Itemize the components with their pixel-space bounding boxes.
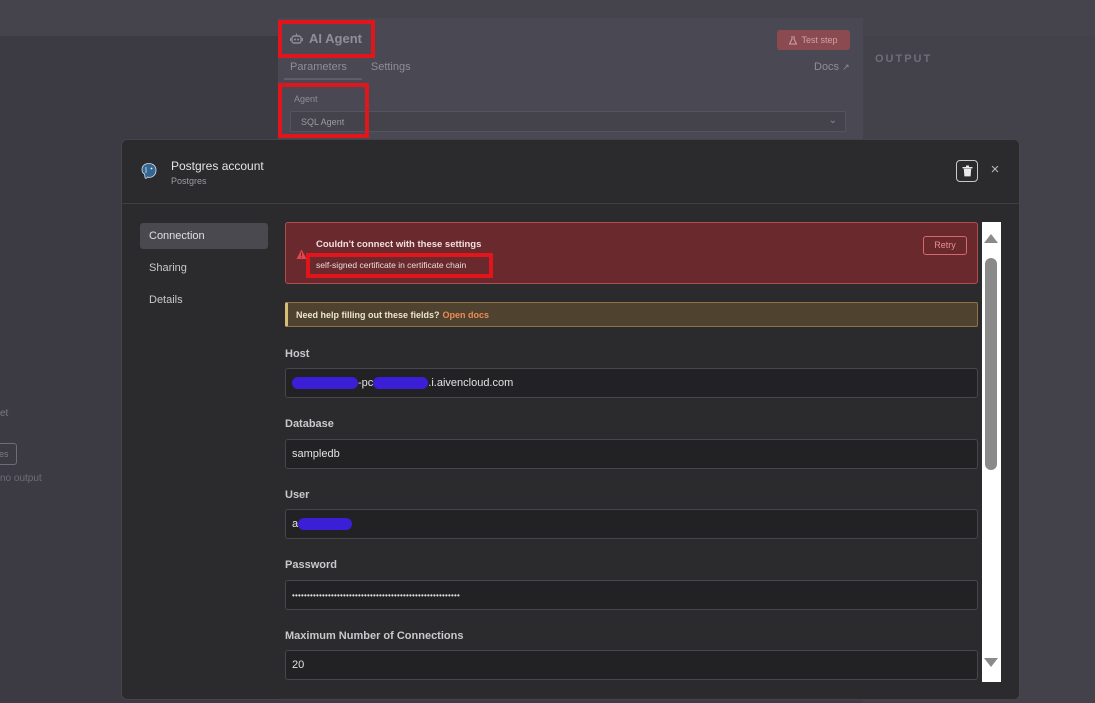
sidebar-item-sharing[interactable]: Sharing (140, 255, 268, 281)
scroll-down-arrow-icon[interactable] (984, 658, 998, 667)
host-value-part: -pc (358, 377, 374, 389)
help-notice: Need help filling out these fields? Open … (285, 302, 978, 327)
canvas-button-fragment[interactable]: es (0, 443, 17, 465)
redaction-mark (373, 377, 429, 390)
database-input[interactable]: sampledb (285, 439, 978, 469)
host-input[interactable]: -pc .i.aivencloud.com (285, 368, 978, 398)
password-label: Password (285, 559, 337, 571)
test-step-button[interactable]: Test step (777, 30, 850, 50)
modal-subtitle: Postgres (171, 176, 207, 186)
host-value-end: .i.aivencloud.com (428, 377, 514, 389)
annotation-box-agent (278, 83, 369, 138)
sidebar-item-details[interactable]: Details (140, 287, 268, 313)
canvas-no-output-text: no output (0, 473, 42, 484)
postgres-elephant-icon (141, 163, 157, 179)
external-link-icon: ↗ (842, 62, 850, 72)
sidebar-item-connection[interactable]: Connection (140, 223, 268, 249)
redaction-mark (292, 377, 358, 390)
scrollbar-thumb[interactable] (985, 258, 997, 470)
node-tabs: Parameters Settings (290, 61, 411, 73)
database-label: Database (285, 418, 334, 430)
modal-title: Postgres account (171, 159, 264, 173)
flask-icon (789, 35, 798, 44)
help-text: Need help filling out these fields? (296, 310, 440, 320)
test-step-label: Test step (801, 35, 838, 45)
modal-header: Postgres account Postgres × (122, 140, 1019, 204)
redaction-mark (298, 518, 353, 531)
modal-sidebar: Connection Sharing Details (140, 223, 268, 319)
close-icon[interactable]: × (988, 161, 1002, 179)
open-docs-link[interactable]: Open docs (443, 310, 490, 320)
delete-button[interactable] (956, 160, 978, 182)
form-scrollbar[interactable] (982, 222, 1001, 682)
trash-icon (962, 165, 972, 177)
chevron-down-icon: ⌄ (828, 115, 837, 126)
user-input[interactable]: a (285, 509, 978, 539)
connection-form: Couldn't connect with these settings sel… (285, 222, 979, 692)
docs-label: Docs (814, 61, 840, 73)
max-connections-label: Maximum Number of Connections (285, 630, 464, 642)
user-label: User (285, 489, 310, 501)
max-connections-input[interactable]: 20 (285, 650, 978, 680)
output-label: OUTPUT (875, 53, 933, 65)
tab-settings[interactable]: Settings (371, 61, 411, 73)
canvas-text-fragment: et (0, 408, 9, 419)
docs-link[interactable]: Docs ↗ (814, 61, 850, 73)
scroll-up-arrow-icon[interactable] (984, 234, 998, 243)
agent-select[interactable]: SQL Agent ⌄ (290, 111, 846, 132)
credential-modal: Postgres account Postgres × Connection S… (121, 139, 1020, 700)
tab-underline (284, 78, 362, 80)
retry-button[interactable]: Retry (923, 236, 967, 255)
annotation-box-error (306, 253, 493, 278)
annotation-box-title (278, 20, 375, 58)
password-input[interactable]: ••••••••••••••••••••••••••••••••••••••••… (285, 580, 978, 610)
host-label: Host (285, 348, 310, 360)
tab-parameters[interactable]: Parameters (290, 61, 347, 73)
error-title: Couldn't connect with these settings (316, 239, 482, 250)
